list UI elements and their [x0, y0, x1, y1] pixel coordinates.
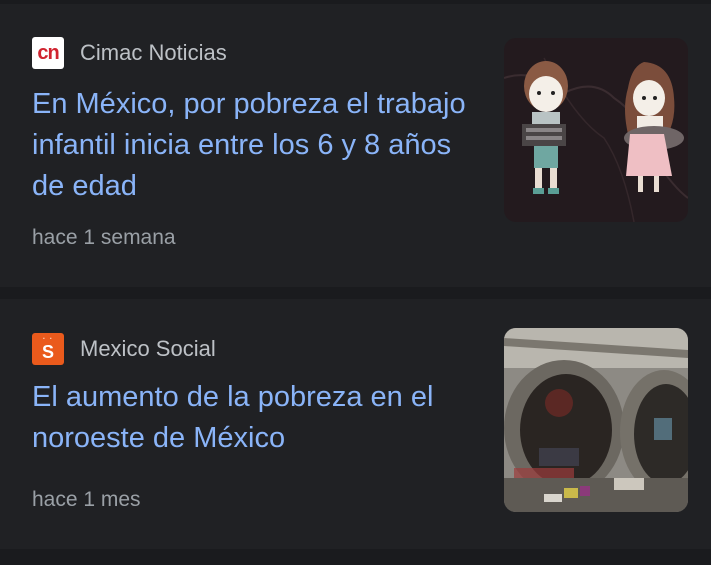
mexico-social-logo-icon: · · S	[32, 333, 64, 365]
article-thumbnail[interactable]	[504, 328, 688, 512]
article-headline[interactable]: En México, por pobreza el trabajo infant…	[32, 84, 477, 207]
article-headline[interactable]: El aumento de la pobreza en el noroeste …	[32, 377, 477, 459]
divider	[0, 549, 711, 565]
concrete-pipes-photo-image	[504, 328, 688, 512]
article-timestamp: hace 1 mes	[32, 488, 141, 511]
article-timestamp: hace 1 semana	[32, 226, 176, 249]
article-card[interactable]: · · S Mexico Social El aumento de la pob…	[0, 299, 711, 549]
cimac-noticias-logo-icon: cn	[32, 37, 64, 69]
article-card[interactable]: cn Cimac Noticias En México, por pobreza…	[0, 4, 711, 287]
article-source: cn Cimac Noticias	[32, 37, 227, 69]
news-feed: cn Cimac Noticias En México, por pobreza…	[0, 0, 711, 565]
source-name: Mexico Social	[80, 336, 216, 361]
article-thumbnail[interactable]	[504, 38, 688, 222]
article-source: · · S Mexico Social	[32, 333, 216, 365]
source-name: Cimac Noticias	[80, 40, 227, 65]
children-illustration-image	[504, 38, 688, 222]
